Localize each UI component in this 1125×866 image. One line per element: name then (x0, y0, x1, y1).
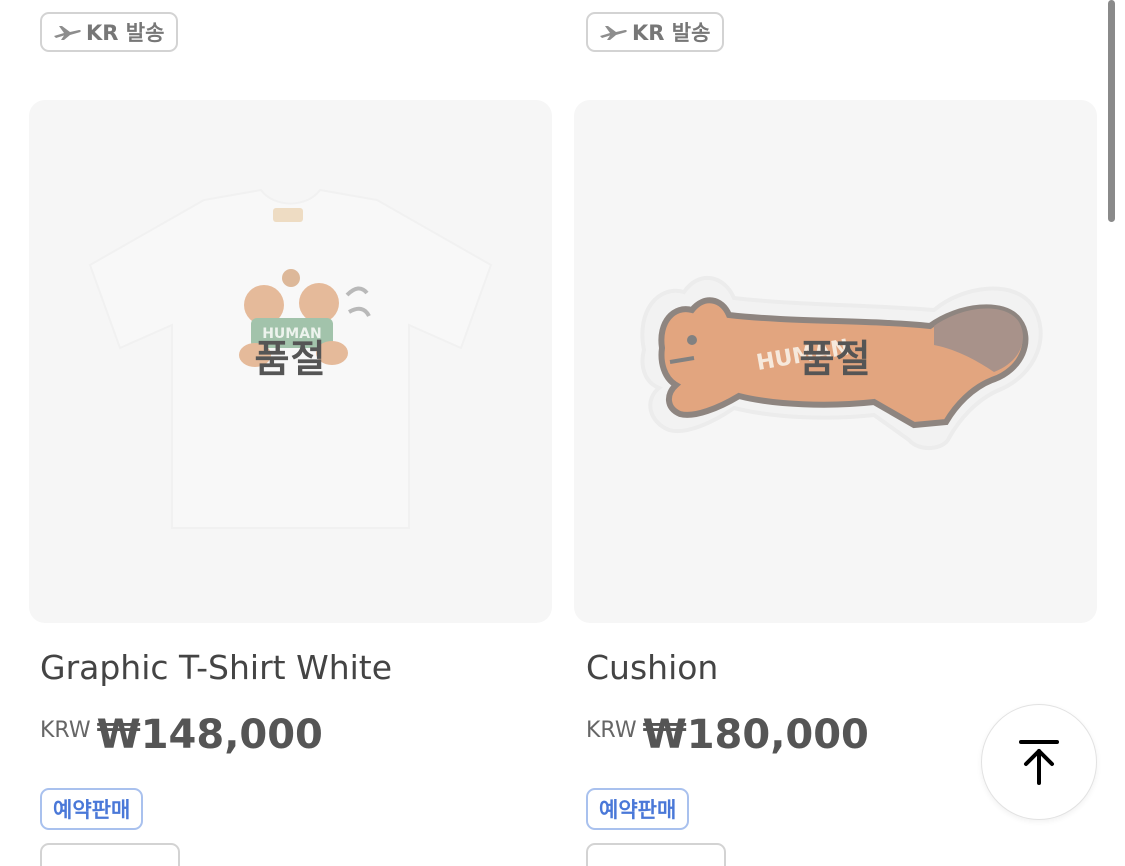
soldout-overlay: 품절 (254, 337, 327, 381)
shipping-badge-label: KR 발송 (632, 21, 711, 45)
currency-label: KRW (586, 718, 637, 743)
scroll-to-top-button[interactable] (981, 704, 1097, 820)
soldout-overlay: 품절 (799, 337, 872, 381)
scrollbar-thumb[interactable] (1108, 0, 1115, 222)
preorder-tag: 예약판매 (586, 788, 690, 830)
product-name[interactable]: Graphic T-Shirt White (40, 648, 392, 687)
product-image-cushion[interactable]: HUMAN 품절 (574, 100, 1097, 623)
product-name[interactable]: Cushion (586, 648, 718, 687)
product-grid-page: KR 발송 KR 발송 HUMAN 품절 HUMAN 품절 Graphic T-… (0, 0, 1125, 866)
price-row: KRW ₩180,000 (586, 712, 869, 758)
shipping-badge: KR 발송 (586, 12, 725, 52)
airplane-icon (600, 26, 627, 40)
price-row: KRW ₩148,000 (40, 712, 323, 758)
currency-label: KRW (40, 718, 91, 743)
shipping-badge: KR 발송 (40, 12, 179, 52)
product-image-tshirt[interactable]: HUMAN 품절 (29, 100, 552, 623)
arrow-up-to-top-icon (1019, 740, 1059, 785)
price-value: ₩148,000 (96, 712, 323, 758)
shipping-badge-label: KR 발송 (86, 21, 165, 45)
preorder-tag: 예약판매 (40, 788, 144, 830)
airplane-icon (54, 26, 81, 40)
shipping-badge (40, 843, 180, 866)
shipping-badge (586, 843, 726, 866)
price-value: ₩180,000 (642, 712, 869, 758)
